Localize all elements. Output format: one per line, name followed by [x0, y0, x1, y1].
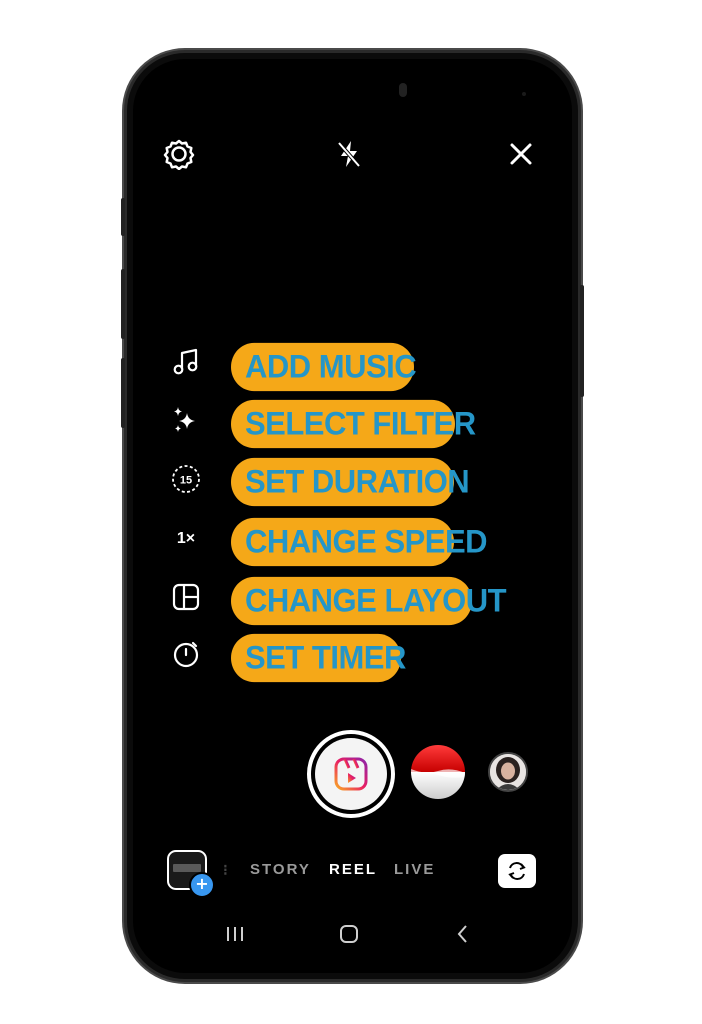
change-speed-label: CHANGE SPEED [231, 517, 488, 567]
mode-reel[interactable]: REEL [329, 861, 377, 878]
volume-down-button [121, 269, 125, 339]
set-duration-label: SET DURATION [231, 457, 470, 507]
back-icon [457, 925, 467, 943]
add-music-button[interactable] [169, 345, 203, 379]
sparkles-icon [174, 407, 195, 432]
gallery-button[interactable]: + [167, 850, 215, 898]
timer-button[interactable] [169, 637, 203, 671]
recents-button[interactable] [220, 919, 250, 949]
filter-button[interactable] [169, 403, 203, 437]
mode-divider: ⁝ [223, 862, 230, 879]
music-note-icon [173, 348, 198, 375]
profile-effect[interactable] [488, 752, 528, 792]
power-button [580, 285, 584, 397]
duration-icon: 15 [172, 465, 200, 493]
front-camera [399, 83, 407, 97]
record-button-inner [315, 738, 387, 810]
layout-button[interactable] [169, 580, 203, 614]
duration-value: 15 [180, 475, 192, 487]
gallery-add-badge: + [189, 872, 215, 898]
duration-button[interactable]: 15 [169, 462, 203, 496]
bixby-button [121, 358, 125, 428]
set-timer-label: SET TIMER [231, 633, 406, 683]
flag-effect[interactable] [411, 745, 465, 799]
close-button[interactable] [504, 137, 538, 171]
flip-camera-button[interactable] [498, 854, 536, 888]
speed-icon: 1× [176, 530, 196, 547]
gear-icon [163, 139, 195, 170]
settings-button[interactable] [162, 137, 196, 171]
gallery-thumbnail [173, 864, 201, 872]
recents-icon [227, 927, 243, 941]
phone-frame: 15 1× ADD MUSIC SELECT FILTER SET DURATI… [121, 53, 584, 979]
record-button[interactable] [307, 730, 395, 818]
home-icon [340, 925, 358, 943]
reels-icon [334, 757, 368, 791]
flash-off-icon [337, 141, 361, 168]
select-filter-label: SELECT FILTER [231, 399, 476, 449]
change-layout-label: CHANGE LAYOUT [231, 576, 507, 626]
flash-button[interactable] [332, 137, 366, 171]
avatar [490, 754, 526, 790]
sensor-dot [522, 92, 526, 96]
volume-up-button [121, 198, 125, 236]
timer-icon [173, 641, 199, 668]
close-icon [510, 143, 532, 165]
home-button[interactable] [334, 919, 364, 949]
mode-live[interactable]: LIVE [394, 861, 435, 878]
mode-story[interactable]: STORY [250, 861, 311, 878]
speed-button[interactable]: 1× [169, 522, 203, 556]
layout-icon [172, 583, 200, 611]
back-button[interactable] [448, 919, 478, 949]
camera-screen: 15 1× ADD MUSIC SELECT FILTER SET DURATI… [133, 59, 572, 973]
flag-effect-icon [411, 745, 465, 799]
add-music-label: ADD MUSIC [231, 342, 417, 392]
flip-camera-icon [508, 862, 526, 880]
